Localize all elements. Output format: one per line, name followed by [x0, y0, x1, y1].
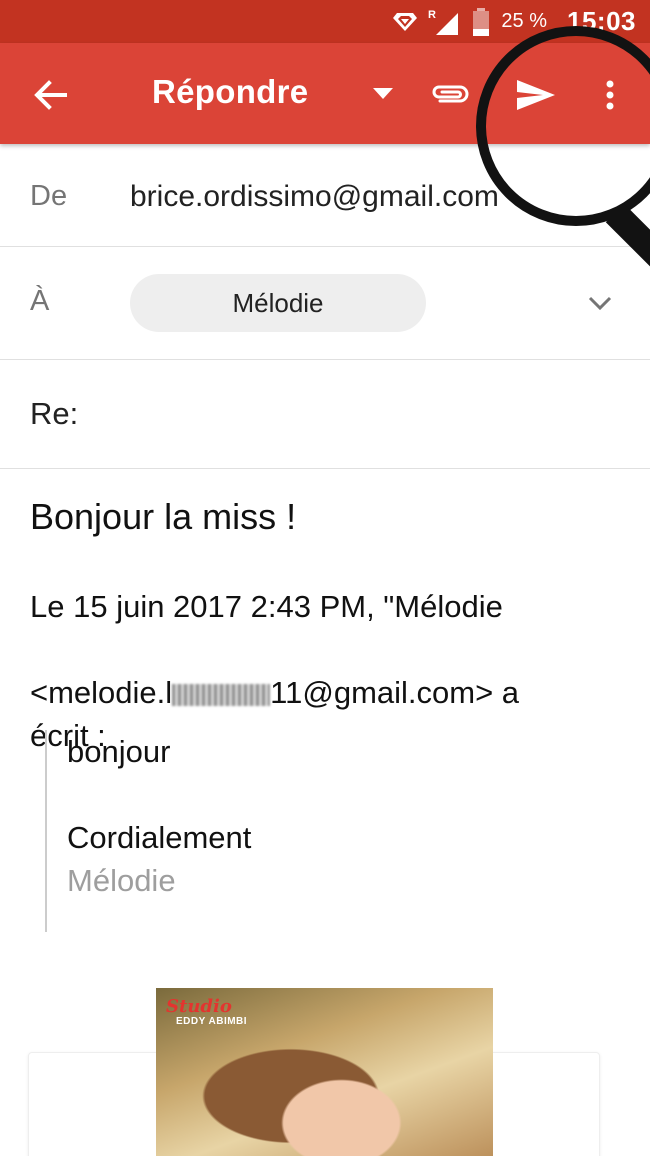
quoted-header-email: <melodie.l 11@gmail.com> a — [30, 671, 630, 714]
paperclip-icon — [432, 85, 469, 103]
to-label: À — [30, 285, 50, 317]
arrow-left-icon — [34, 80, 67, 110]
triangle-down-icon — [373, 88, 393, 99]
send-icon — [517, 80, 555, 110]
compose-body[interactable]: Bonjour la miss ! — [30, 496, 630, 538]
from-label: De — [30, 180, 68, 212]
page-title: Répondre — [152, 73, 309, 110]
clock: 15:03 — [567, 6, 636, 36]
quoted-message: bonjour Cordialement Mélodie — [45, 730, 605, 932]
status-bar: R 25 % 15:03 — [0, 0, 650, 43]
redacted-text — [172, 683, 271, 706]
battery-percent: 25 % — [501, 10, 547, 32]
svg-text:R: R — [428, 9, 436, 21]
send-button[interactable] — [506, 69, 566, 121]
quoted-text: bonjour — [67, 734, 171, 769]
attached-photo[interactable]: Studio EDDY ABIMBI — [156, 988, 493, 1156]
from-field[interactable]: brice.ordissimo@gmail.com — [130, 180, 499, 214]
chevron-down-icon — [588, 296, 612, 310]
email-suffix: 11@gmail.com> a — [270, 675, 520, 710]
battery-icon — [471, 0, 491, 43]
from-row: De brice.ordissimo@gmail.com — [0, 144, 650, 247]
to-row: À Mélodie — [0, 247, 650, 360]
studio-logo-subtitle: EDDY ABIMBI — [176, 1016, 248, 1027]
attach-button[interactable] — [422, 71, 478, 119]
subject-row: Re: — [0, 360, 650, 469]
expand-recipients-button[interactable] — [580, 283, 620, 323]
email-prefix: <melodie.l — [30, 675, 173, 710]
more-options-button[interactable] — [590, 69, 630, 121]
account-dropdown-button[interactable] — [362, 73, 404, 115]
app-bar: Répondre — [0, 43, 650, 144]
quoted-header-date: Le 15 juin 2017 2:43 PM, "Mélodie — [30, 589, 503, 624]
back-button[interactable] — [20, 71, 80, 119]
vpn-icon — [392, 0, 418, 43]
recipient-chip[interactable]: Mélodie — [130, 274, 426, 332]
quoted-signature: Mélodie — [67, 863, 176, 898]
studio-logo: Studio — [166, 996, 232, 1017]
subject-field[interactable]: Re: — [30, 396, 78, 432]
more-vert-icon — [606, 80, 614, 110]
quoted-closing: Cordialement — [67, 820, 252, 855]
signal-icon: R — [428, 0, 462, 43]
